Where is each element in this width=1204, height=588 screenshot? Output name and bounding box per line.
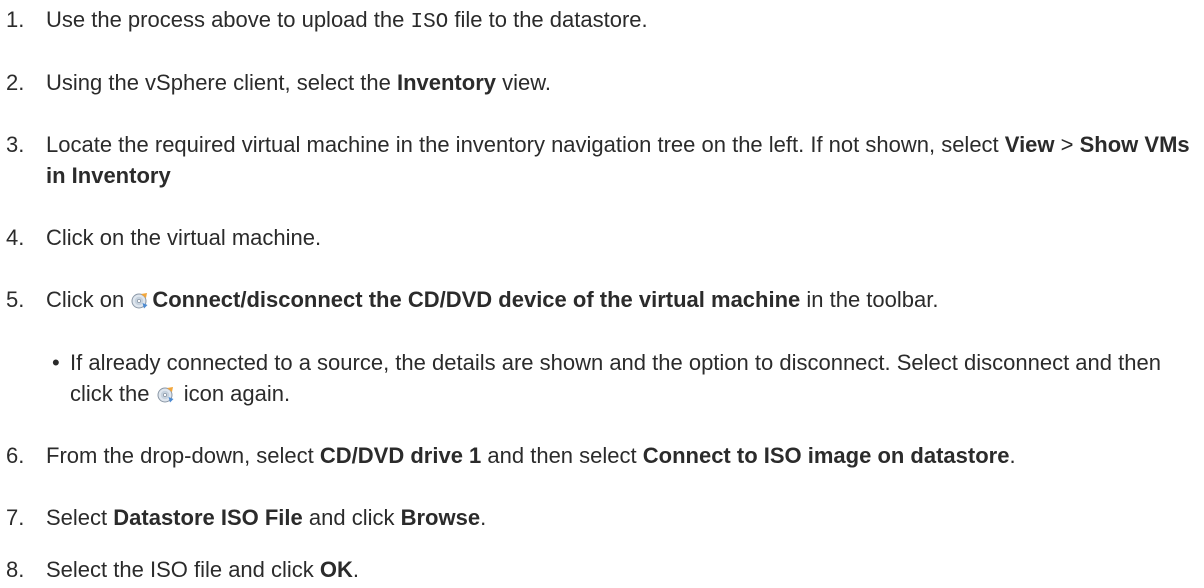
cd-dvd-connect-icon <box>131 293 148 309</box>
step-text: Use the process above to upload the ISO … <box>46 7 648 34</box>
step-1: 1. Use the process above to upload the I… <box>6 4 1196 38</box>
step-8: 8. Select the ISO file and click OK. <box>6 554 1196 585</box>
step-5: 5. Click on Connect/disconnect the CD/DV… <box>6 284 1196 315</box>
cd-dvd-connect-icon <box>157 387 174 403</box>
ui-term-inventory: Inventory <box>396 70 496 95</box>
step-text: Locate the required virtual machine in t… <box>46 132 1190 188</box>
step-text: Click on the virtual machine. <box>46 225 322 250</box>
step-number: 7. <box>6 505 25 530</box>
step-4: 4. Click on the virtual machine. <box>6 222 1196 253</box>
step-7: 7. Select Datastore ISO File and click B… <box>6 502 1196 533</box>
bullet-text: If already connected to a source, the de… <box>70 350 1161 406</box>
step-6: 6. From the drop-down, select CD/DVD dri… <box>6 440 1196 471</box>
ui-term-view: View <box>1004 132 1055 157</box>
ui-term-ok: OK <box>319 557 353 582</box>
step-number: 6. <box>6 443 25 468</box>
bullet-marker: • <box>52 350 60 375</box>
step-3: 3. Locate the required virtual machine i… <box>6 129 1196 191</box>
ui-term-cd-drive: CD/DVD drive 1 <box>319 443 482 468</box>
step-text: Select the ISO file and click OK. <box>46 557 360 582</box>
step-number: 8. <box>6 557 25 582</box>
step-number: 3. <box>6 132 25 157</box>
step-text: Click on Connect/disconnect the CD/DVD d… <box>46 287 939 312</box>
ui-term-connect-cd: Connect/disconnect the CD/DVD device of … <box>152 287 801 312</box>
step-number: 4. <box>6 225 25 250</box>
step-number: 5. <box>6 287 25 312</box>
step-number: 2. <box>6 70 25 95</box>
step-text: From the drop-down, select CD/DVD drive … <box>46 443 1016 468</box>
step-number: 1. <box>6 7 25 32</box>
ui-term-datastore-iso: Datastore ISO File <box>113 505 303 530</box>
ui-term-connect-iso: Connect to ISO image on datastore <box>642 443 1010 468</box>
ui-term-browse: Browse <box>400 505 481 530</box>
code-iso: ISO <box>410 11 449 34</box>
step-5-sub-bullet: • If already connected to a source, the … <box>52 347 1192 409</box>
step-text: Select Datastore ISO File and click Brow… <box>46 505 487 530</box>
step-2: 2. Using the vSphere client, select the … <box>6 67 1196 98</box>
step-text: Using the vSphere client, select the Inv… <box>46 70 552 95</box>
